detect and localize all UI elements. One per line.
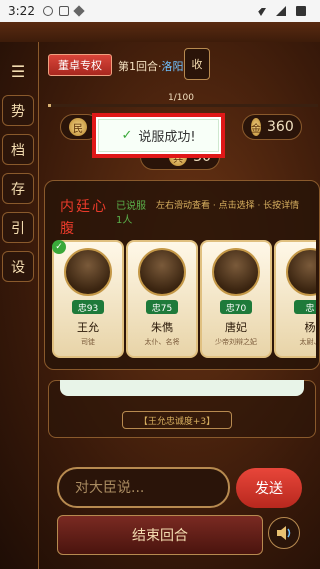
character-portrait [64, 248, 112, 296]
check-icon: ✓ [121, 128, 133, 143]
round-text: 第1回合· [118, 60, 162, 73]
notification-icon [73, 5, 85, 17]
sidebar-item-settings[interactable]: 设 [2, 251, 34, 282]
notification-icon [58, 6, 69, 16]
selected-check-icon: ✓ [52, 240, 66, 254]
notification-icon [42, 6, 53, 16]
character-card[interactable]: 忠 杨 太尉、 [274, 240, 316, 358]
persuaded-count: 已说服1人 [116, 201, 146, 226]
progress-fill [48, 104, 51, 107]
swipe-hint: 左右滑动查看 · 点击选择 · 长按详情 [156, 201, 300, 211]
character-portrait [212, 248, 260, 296]
round-info: 第1回合·洛阳 [118, 58, 184, 74]
send-button[interactable]: 发送 [236, 468, 302, 508]
loyalty-badge: 忠93 [72, 300, 104, 314]
toast-highlight: ✓ 说服成功! [92, 113, 225, 158]
character-name: 朱儁 [151, 321, 173, 334]
resource-gold: 金 360 [242, 114, 302, 140]
dialogue-strip [60, 380, 304, 396]
loyalty-badge: 忠 [294, 300, 316, 314]
sidebar-item-save[interactable]: 存 [2, 173, 34, 204]
character-card[interactable]: 忠93 王允 司徒 [52, 240, 124, 358]
wifi-icon [256, 8, 266, 16]
progress-bar [48, 104, 318, 107]
character-name: 杨 [304, 321, 316, 334]
sound-button[interactable] [268, 517, 300, 549]
success-toast: ✓ 说服成功! [98, 119, 219, 152]
effect-tag: 【王允忠诚度+3】 [122, 411, 232, 429]
collect-button[interactable]: 收 [184, 48, 210, 80]
progress-label: 1/100 [168, 93, 194, 103]
gold-coin-icon: 金 [251, 118, 261, 136]
sidebar-item-power[interactable]: 势 [2, 95, 34, 126]
character-name: 唐妃 [225, 321, 247, 334]
top-band [0, 22, 320, 42]
character-card[interactable]: 忠70 唐妃 少帝刘辩之妃 [200, 240, 272, 358]
character-card[interactable]: 忠75 朱儁 太仆、名将 [126, 240, 198, 358]
harem-title: 内廷心腹 [60, 199, 108, 237]
character-portrait [286, 248, 316, 296]
character-title: 太仆、名将 [144, 338, 180, 346]
status-time: 3:22 [8, 4, 35, 18]
gold-value: 360 [267, 119, 294, 135]
speaker-icon [277, 526, 291, 540]
character-title: 太尉、 [299, 338, 317, 346]
sidebar-item-archive[interactable]: 档 [2, 134, 34, 165]
toast-message: 说服成功! [138, 130, 196, 145]
end-turn-button[interactable]: 结束回合 [57, 515, 263, 555]
battery-icon [296, 6, 306, 16]
people-coin-icon: 民 [69, 118, 87, 136]
role-badge: 董卓专权 [48, 54, 112, 76]
character-portrait [138, 248, 186, 296]
loyalty-badge: 忠70 [220, 300, 252, 314]
place-name: 洛阳 [161, 60, 184, 73]
status-bar: 3:22 [0, 0, 320, 22]
character-title: 少帝刘辩之妃 [215, 338, 257, 346]
loyalty-badge: 忠75 [146, 300, 178, 314]
chat-input[interactable] [57, 467, 230, 508]
sidebar: ☰ 势 档 存 引 设 [2, 56, 36, 282]
signal-icon [276, 6, 286, 16]
menu-icon[interactable]: ☰ [2, 56, 34, 87]
character-name: 王允 [77, 321, 99, 334]
character-title: 司徒 [81, 338, 95, 346]
sidebar-item-guide[interactable]: 引 [2, 212, 34, 243]
